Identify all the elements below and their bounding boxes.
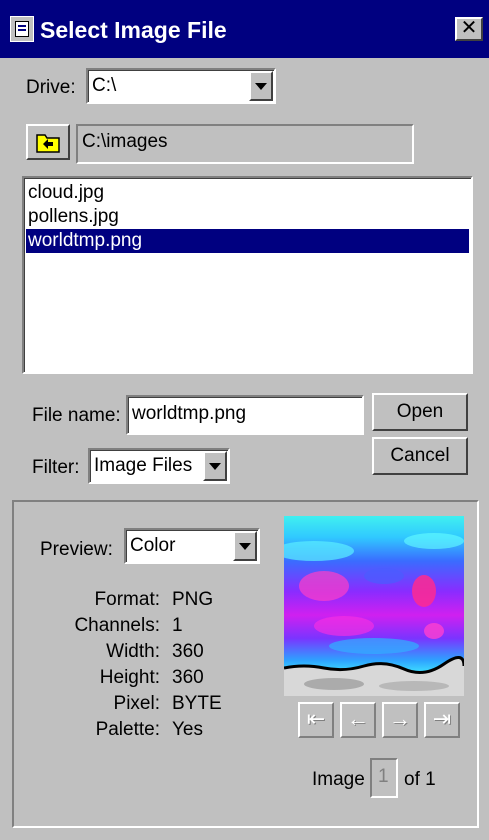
filename-input[interactable]: worldtmp.png bbox=[126, 395, 364, 435]
cancel-button-label: Cancel bbox=[390, 445, 450, 466]
open-button[interactable]: Open bbox=[372, 393, 468, 431]
filter-label: Filter: bbox=[32, 457, 80, 478]
window-icon bbox=[10, 16, 34, 42]
filter-select[interactable]: Image Files bbox=[88, 448, 230, 484]
list-item[interactable]: cloud.jpg bbox=[26, 181, 469, 205]
window-title: Select Image File bbox=[40, 17, 227, 43]
last-image-button[interactable]: ⇥ bbox=[424, 702, 460, 738]
prev-image-button[interactable]: ← bbox=[340, 702, 376, 738]
preview-thumbnail bbox=[284, 516, 464, 696]
chevron-down-icon[interactable] bbox=[203, 451, 227, 481]
channels-label: Channels: bbox=[74, 615, 160, 636]
filename-label: File name: bbox=[32, 405, 121, 426]
pixel-label: Pixel: bbox=[113, 693, 160, 714]
image-index-value: 1 bbox=[378, 766, 389, 787]
height-value: 360 bbox=[172, 667, 204, 688]
channels-value: 1 bbox=[172, 615, 183, 636]
palette-label: Palette: bbox=[95, 719, 160, 740]
preview-mode-select[interactable]: Color bbox=[124, 528, 260, 564]
drive-select[interactable]: C:\ bbox=[86, 68, 276, 104]
drive-label: Drive: bbox=[26, 77, 76, 98]
chevron-down-icon[interactable] bbox=[249, 71, 273, 101]
pixel-value: BYTE bbox=[172, 693, 222, 714]
preview-mode-value: Color bbox=[130, 535, 176, 556]
open-button-label: Open bbox=[396, 401, 444, 422]
image-index-field[interactable]: 1 bbox=[370, 758, 398, 798]
list-item[interactable]: pollens.jpg bbox=[26, 205, 469, 229]
width-value: 360 bbox=[172, 641, 204, 662]
directory-path: C:\images bbox=[82, 131, 168, 152]
cancel-button[interactable]: Cancel bbox=[372, 437, 468, 475]
chevron-down-icon[interactable] bbox=[233, 531, 257, 561]
current-directory: C:\images bbox=[76, 124, 414, 164]
preview-image bbox=[284, 516, 464, 696]
file-list[interactable]: cloud.jpg pollens.jpg worldtmp.png bbox=[22, 176, 473, 374]
image-total: of 1 bbox=[404, 769, 436, 790]
folder-up-icon bbox=[36, 134, 60, 153]
drive-value: C:\ bbox=[92, 75, 117, 96]
list-item-selected[interactable]: worldtmp.png bbox=[26, 229, 469, 253]
format-value: PNG bbox=[172, 589, 214, 610]
filename-value: worldtmp.png bbox=[132, 403, 247, 424]
close-button[interactable]: ✕ bbox=[455, 17, 483, 41]
preview-label: Preview: bbox=[40, 539, 113, 560]
height-label: Height: bbox=[99, 667, 160, 688]
image-label: Image bbox=[312, 769, 365, 790]
first-image-button[interactable]: ⇤ bbox=[298, 702, 334, 738]
next-image-button[interactable]: → bbox=[382, 702, 418, 738]
palette-value: Yes bbox=[172, 719, 203, 740]
parent-folder-button[interactable] bbox=[26, 124, 70, 160]
width-label: Width: bbox=[106, 641, 160, 662]
title-bar: Select Image File ✕ bbox=[0, 0, 489, 58]
filter-value: Image Files bbox=[94, 455, 193, 476]
format-label: Format: bbox=[94, 589, 160, 610]
